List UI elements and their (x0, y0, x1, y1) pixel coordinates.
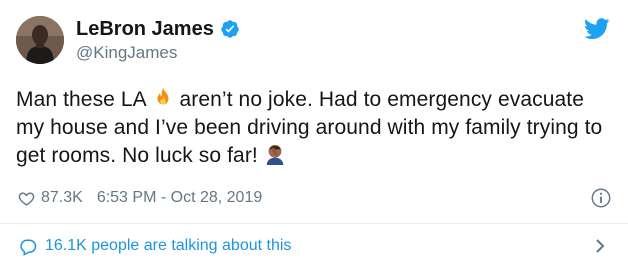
timestamp[interactable]: 6:53 PM - Oct 28, 2019 (97, 189, 262, 207)
like-count[interactable]: 87.3K (41, 189, 83, 207)
conversation-link[interactable]: 16.1K people are talking about this (0, 224, 628, 266)
tweet-line-3: get rooms. No luck so far! (16, 142, 612, 170)
tweet-line-1: Man these LA aren’t no joke. Had to emer… (16, 87, 585, 111)
like-button[interactable]: 87.3K (18, 189, 83, 207)
heart-icon[interactable] (18, 190, 35, 207)
avatar-image (16, 16, 64, 64)
name-row[interactable]: LeBron James (76, 17, 240, 41)
avatar[interactable] (16, 16, 64, 64)
tweet-line-2: my house and I’ve been driving around wi… (16, 116, 603, 139)
info-icon[interactable] (590, 187, 612, 209)
talking-count[interactable]: 16.1K people are talking about this (45, 236, 291, 256)
facepalm-emoji (266, 144, 284, 165)
tweet-card: LeBron James @KingJames Man these LA are… (0, 0, 628, 266)
verified-badge-icon (221, 20, 239, 38)
tweet-meta: 87.3K 6:53 PM - Oct 28, 2019 (18, 187, 262, 209)
reply-bubble-icon (20, 239, 37, 256)
fire-emoji (157, 87, 169, 105)
tweet-text: Man these LA aren’t no joke. Had to emer… (16, 86, 612, 170)
display-name[interactable]: LeBron James (76, 17, 214, 41)
chevron-right-icon[interactable] (594, 238, 606, 254)
handle[interactable]: @KingJames (76, 43, 177, 63)
twitter-bird-icon[interactable] (584, 18, 610, 40)
